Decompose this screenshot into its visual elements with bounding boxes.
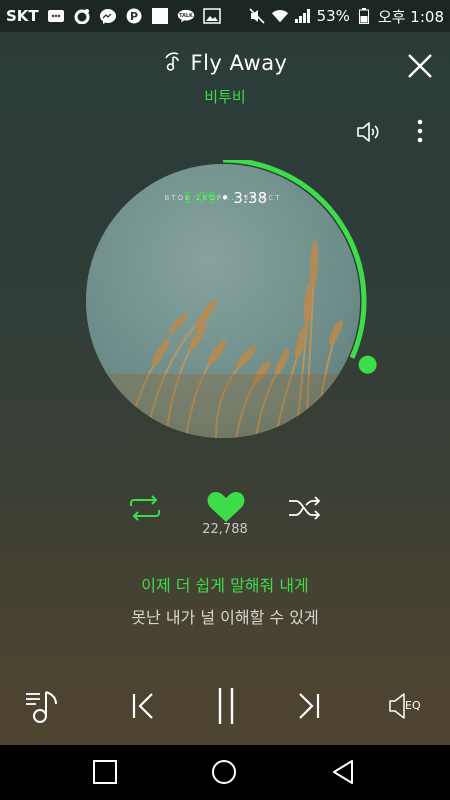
square-icon	[93, 760, 117, 784]
previous-button[interactable]	[128, 690, 160, 722]
battery-percent: 53%	[316, 7, 350, 25]
p-app-icon: P	[125, 8, 143, 24]
progress-knob[interactable]	[358, 355, 377, 374]
repeat-button[interactable]	[127, 494, 163, 522]
total-time: 3:38	[233, 189, 268, 207]
song-title: Fly Away	[0, 50, 450, 77]
current-time: 1:09	[182, 189, 217, 207]
time-display: 1:09 • 3:38	[0, 189, 450, 207]
music-note-icon	[162, 50, 184, 77]
equalizer-button[interactable]: EQ	[388, 690, 432, 722]
playlist-icon	[26, 691, 57, 723]
pause-icon	[218, 688, 234, 724]
heart-icon	[207, 492, 245, 522]
triangle-back-icon	[333, 760, 353, 784]
message-icon	[47, 8, 65, 24]
gallery-icon	[202, 8, 221, 24]
wifi-icon	[271, 8, 289, 24]
signal-icon	[294, 8, 312, 24]
more-vertical-icon	[417, 119, 423, 143]
back-button[interactable]	[330, 759, 356, 785]
recent-apps-button[interactable]	[92, 759, 118, 785]
shuffle-button[interactable]	[287, 494, 323, 522]
eq-label: EQ	[405, 699, 421, 712]
messenger-icon	[99, 8, 117, 24]
pause-button[interactable]	[210, 684, 242, 728]
status-bar: SKT P TALK 53% 오후 1:08	[0, 0, 450, 32]
like-button[interactable]	[206, 490, 246, 524]
repeat-icon	[130, 495, 160, 521]
mute-icon	[248, 8, 266, 24]
circle-icon	[212, 760, 236, 784]
talk-icon: TALK	[177, 8, 195, 24]
time-separator: •	[220, 189, 230, 207]
like-count: 22,788	[202, 522, 248, 537]
lyric-current[interactable]: 이제 더 쉽게 말해줘 내게	[0, 572, 450, 596]
svg-text:P: P	[130, 10, 138, 23]
speaker-icon	[357, 122, 379, 142]
kakao-story-icon	[73, 8, 91, 24]
svg-text:TALK: TALK	[179, 13, 193, 19]
transport-controls: EQ	[0, 676, 450, 736]
more-options-button[interactable]	[412, 118, 428, 146]
lyric-next[interactable]: 못난 내가 널 이해할 수 있게	[0, 604, 450, 628]
next-icon	[299, 693, 320, 719]
volume-button[interactable]	[355, 120, 383, 144]
carrier-label: SKT	[6, 7, 39, 25]
close-button[interactable]	[404, 50, 436, 82]
blank-app-icon	[151, 8, 169, 24]
clock: 오후 1:08	[377, 7, 444, 26]
artist-name[interactable]: 비투비	[0, 86, 450, 107]
close-icon	[408, 54, 432, 78]
shuffle-icon	[289, 496, 321, 520]
home-button[interactable]	[211, 759, 237, 785]
previous-icon	[132, 693, 153, 719]
song-title-text: Fly Away	[190, 51, 288, 75]
next-button[interactable]	[292, 690, 324, 722]
battery-icon	[355, 8, 373, 24]
navigation-bar	[0, 745, 450, 800]
playlist-button[interactable]	[24, 686, 64, 726]
